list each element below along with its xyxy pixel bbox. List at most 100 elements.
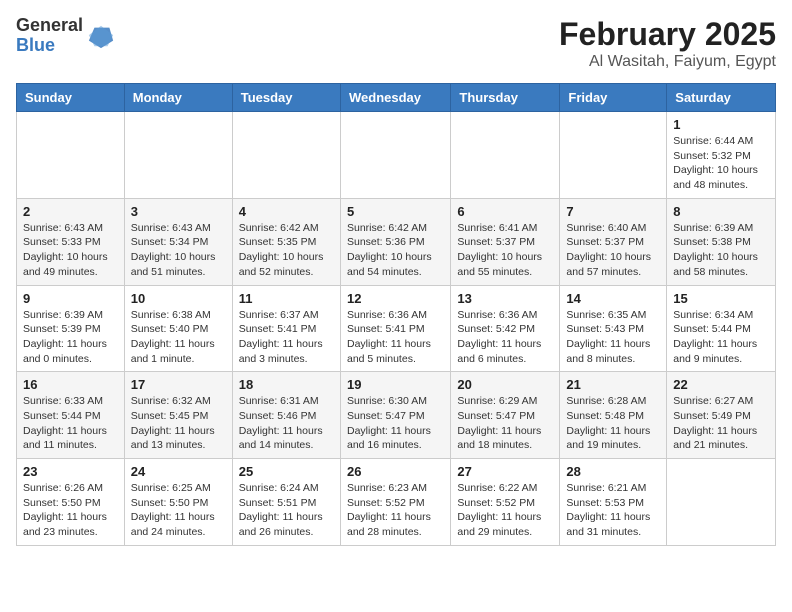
calendar-cell: 1 Sunrise: 6:44 AM Sunset: 5:32 PM Daylig… (667, 112, 776, 199)
day-number: 3 (131, 204, 226, 219)
calendar-table: SundayMondayTuesdayWednesdayThursdayFrid… (16, 83, 776, 546)
logo-icon (87, 22, 115, 50)
calendar-cell: 7Sunrise: 6:40 AM Sunset: 5:37 PM Daylig… (560, 198, 667, 285)
calendar-cell: 26 Sunrise: 6:23 AM Sunset: 5:52 PM Dayli… (340, 459, 450, 546)
calendar-cell: 4 Sunrise: 6:42 AM Sunset: 5:35 PM Daylig… (232, 198, 340, 285)
day-number: 26 (347, 464, 444, 479)
day-number: 5 (347, 204, 444, 219)
day-info: Sunrise: 6:35 AM Sunset: 5:43 PM Dayligh… (566, 308, 660, 367)
day-info: Sunrise: 6:26 AM Sunset: 5:50 PM Dayligh… (23, 481, 118, 540)
day-number: 14 (566, 291, 660, 306)
week-row-5: 23 Sunrise: 6:26 AM Sunset: 5:50 PM Dayli… (17, 459, 776, 546)
calendar-cell: 24Sunrise: 6:25 AM Sunset: 5:50 PM Dayli… (124, 459, 232, 546)
day-number: 15 (673, 291, 769, 306)
day-info: Sunrise: 6:25 AM Sunset: 5:50 PM Dayligh… (131, 481, 226, 540)
weekday-header-thursday: Thursday (451, 84, 560, 112)
day-number: 6 (457, 204, 553, 219)
calendar-cell: 28 Sunrise: 6:21 AM Sunset: 5:53 PM Dayli… (560, 459, 667, 546)
day-number: 16 (23, 377, 118, 392)
calendar-cell: 25 Sunrise: 6:24 AM Sunset: 5:51 PM Dayli… (232, 459, 340, 546)
day-number: 10 (131, 291, 226, 306)
calendar-location: Al Wasitah, Faiyum, Egypt (559, 53, 776, 71)
calendar-cell: 23 Sunrise: 6:26 AM Sunset: 5:50 PM Dayli… (17, 459, 125, 546)
calendar-cell (17, 112, 125, 199)
day-info: Sunrise: 6:43 AM Sunset: 5:33 PM Dayligh… (23, 221, 118, 280)
day-info: Sunrise: 6:33 AM Sunset: 5:44 PM Dayligh… (23, 394, 118, 453)
calendar-cell: 20 Sunrise: 6:29 AM Sunset: 5:47 PM Dayli… (451, 372, 560, 459)
calendar-cell: 9 Sunrise: 6:39 AM Sunset: 5:39 PM Daylig… (17, 285, 125, 372)
calendar-cell: 3 Sunrise: 6:43 AM Sunset: 5:34 PM Daylig… (124, 198, 232, 285)
day-number: 9 (23, 291, 118, 306)
day-info: Sunrise: 6:44 AM Sunset: 5:32 PM Dayligh… (673, 134, 769, 193)
day-number: 4 (239, 204, 334, 219)
day-info: Sunrise: 6:24 AM Sunset: 5:51 PM Dayligh… (239, 481, 334, 540)
day-info: Sunrise: 6:40 AM Sunset: 5:37 PM Dayligh… (566, 221, 660, 280)
calendar-cell: 2 Sunrise: 6:43 AM Sunset: 5:33 PM Daylig… (17, 198, 125, 285)
day-info: Sunrise: 6:36 AM Sunset: 5:41 PM Dayligh… (347, 308, 444, 367)
day-info: Sunrise: 6:36 AM Sunset: 5:42 PM Dayligh… (457, 308, 553, 367)
day-info: Sunrise: 6:39 AM Sunset: 5:38 PM Dayligh… (673, 221, 769, 280)
day-number: 25 (239, 464, 334, 479)
weekday-header-tuesday: Tuesday (232, 84, 340, 112)
day-number: 19 (347, 377, 444, 392)
calendar-cell: 12 Sunrise: 6:36 AM Sunset: 5:41 PM Dayli… (340, 285, 450, 372)
calendar-cell (560, 112, 667, 199)
day-number: 21 (566, 377, 660, 392)
logo-general-text: General (16, 16, 83, 36)
day-number: 1 (673, 117, 769, 132)
week-row-3: 9 Sunrise: 6:39 AM Sunset: 5:39 PM Daylig… (17, 285, 776, 372)
calendar-cell: 6 Sunrise: 6:41 AM Sunset: 5:37 PM Daylig… (451, 198, 560, 285)
calendar-cell: 18 Sunrise: 6:31 AM Sunset: 5:46 PM Dayli… (232, 372, 340, 459)
day-info: Sunrise: 6:21 AM Sunset: 5:53 PM Dayligh… (566, 481, 660, 540)
day-number: 28 (566, 464, 660, 479)
day-number: 13 (457, 291, 553, 306)
calendar-cell (340, 112, 450, 199)
week-row-2: 2 Sunrise: 6:43 AM Sunset: 5:33 PM Daylig… (17, 198, 776, 285)
calendar-cell: 17Sunrise: 6:32 AM Sunset: 5:45 PM Dayli… (124, 372, 232, 459)
calendar-cell: 15 Sunrise: 6:34 AM Sunset: 5:44 PM Dayli… (667, 285, 776, 372)
day-number: 27 (457, 464, 553, 479)
day-info: Sunrise: 6:23 AM Sunset: 5:52 PM Dayligh… (347, 481, 444, 540)
day-number: 18 (239, 377, 334, 392)
day-info: Sunrise: 6:29 AM Sunset: 5:47 PM Dayligh… (457, 394, 553, 453)
day-number: 2 (23, 204, 118, 219)
day-number: 22 (673, 377, 769, 392)
calendar-cell (667, 459, 776, 546)
logo: General Blue (16, 16, 115, 56)
weekday-header-sunday: Sunday (17, 84, 125, 112)
calendar-cell: 5 Sunrise: 6:42 AM Sunset: 5:36 PM Daylig… (340, 198, 450, 285)
day-info: Sunrise: 6:43 AM Sunset: 5:34 PM Dayligh… (131, 221, 226, 280)
weekday-header-friday: Friday (560, 84, 667, 112)
logo-blue-text: Blue (16, 36, 83, 56)
calendar-cell: 11Sunrise: 6:37 AM Sunset: 5:41 PM Dayli… (232, 285, 340, 372)
calendar-cell: 13 Sunrise: 6:36 AM Sunset: 5:42 PM Dayli… (451, 285, 560, 372)
day-info: Sunrise: 6:37 AM Sunset: 5:41 PM Dayligh… (239, 308, 334, 367)
weekday-header-saturday: Saturday (667, 84, 776, 112)
calendar-cell: 27 Sunrise: 6:22 AM Sunset: 5:52 PM Dayli… (451, 459, 560, 546)
day-info: Sunrise: 6:28 AM Sunset: 5:48 PM Dayligh… (566, 394, 660, 453)
day-info: Sunrise: 6:32 AM Sunset: 5:45 PM Dayligh… (131, 394, 226, 453)
calendar-cell: 10Sunrise: 6:38 AM Sunset: 5:40 PM Dayli… (124, 285, 232, 372)
day-info: Sunrise: 6:41 AM Sunset: 5:37 PM Dayligh… (457, 221, 553, 280)
week-row-4: 16 Sunrise: 6:33 AM Sunset: 5:44 PM Dayli… (17, 372, 776, 459)
day-info: Sunrise: 6:22 AM Sunset: 5:52 PM Dayligh… (457, 481, 553, 540)
calendar-cell: 22 Sunrise: 6:27 AM Sunset: 5:49 PM Dayli… (667, 372, 776, 459)
weekday-header-row: SundayMondayTuesdayWednesdayThursdayFrid… (17, 84, 776, 112)
calendar-cell: 16 Sunrise: 6:33 AM Sunset: 5:44 PM Dayli… (17, 372, 125, 459)
day-number: 12 (347, 291, 444, 306)
calendar-cell (451, 112, 560, 199)
day-info: Sunrise: 6:42 AM Sunset: 5:35 PM Dayligh… (239, 221, 334, 280)
calendar-title: February 2025 (559, 16, 776, 53)
weekday-header-monday: Monday (124, 84, 232, 112)
calendar-cell (232, 112, 340, 199)
day-number: 20 (457, 377, 553, 392)
day-number: 8 (673, 204, 769, 219)
day-number: 23 (23, 464, 118, 479)
calendar-cell: 8 Sunrise: 6:39 AM Sunset: 5:38 PM Daylig… (667, 198, 776, 285)
day-info: Sunrise: 6:34 AM Sunset: 5:44 PM Dayligh… (673, 308, 769, 367)
calendar-cell: 14 Sunrise: 6:35 AM Sunset: 5:43 PM Dayli… (560, 285, 667, 372)
day-info: Sunrise: 6:27 AM Sunset: 5:49 PM Dayligh… (673, 394, 769, 453)
day-info: Sunrise: 6:39 AM Sunset: 5:39 PM Dayligh… (23, 308, 118, 367)
day-info: Sunrise: 6:42 AM Sunset: 5:36 PM Dayligh… (347, 221, 444, 280)
day-info: Sunrise: 6:31 AM Sunset: 5:46 PM Dayligh… (239, 394, 334, 453)
